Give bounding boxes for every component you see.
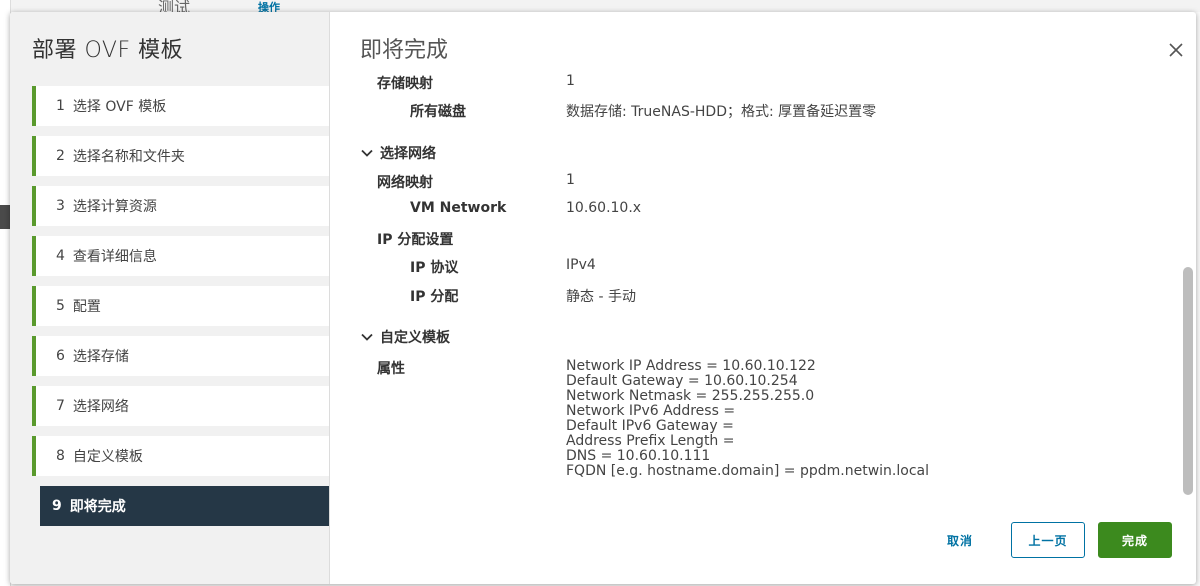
page-title: 即将完成 <box>360 38 449 63</box>
step-number: 4 <box>56 248 65 264</box>
wizard-step-4[interactable]: 4 查看详细信息 <box>32 236 329 276</box>
cancel-button[interactable]: 取消 <box>930 522 990 558</box>
vm-network-label: VM Network <box>410 200 507 216</box>
step-number: 1 <box>56 98 65 114</box>
property-line: Default Gateway = 10.60.10.254 <box>566 373 798 389</box>
wizard-title: 部署 OVF 模板 <box>32 38 184 63</box>
step-number: 5 <box>56 298 65 314</box>
ip-protocol-value: IPv4 <box>566 257 596 273</box>
wizard-step-5[interactable]: 5 配置 <box>32 286 329 326</box>
network-mapping-label: 网络映射 <box>377 175 433 191</box>
property-line: DNS = 10.60.10.111 <box>566 448 711 464</box>
property-line: Network IPv6 Address = <box>566 403 736 419</box>
vm-network-value: 10.60.10.x <box>566 200 642 216</box>
wizard-step-list: 1 选择 OVF 模板 2 选择名称和文件夹 3 选择计算资源 4 查看详细信息… <box>32 86 329 536</box>
section-label: 选择网络 <box>380 146 436 162</box>
deploy-ovf-dialog: 部署 OVF 模板 1 选择 OVF 模板 2 选择名称和文件夹 3 选择计算资… <box>10 12 1196 584</box>
property-line: FQDN [e.g. hostname.domain] = ppdm.netwi… <box>566 463 929 479</box>
wizard-steps-pane: 部署 OVF 模板 1 选择 OVF 模板 2 选择名称和文件夹 3 选择计算资… <box>10 12 330 584</box>
ip-alloc-settings-label: IP 分配设置 <box>377 232 454 248</box>
wizard-step-1[interactable]: 1 选择 OVF 模板 <box>32 86 329 126</box>
properties-list: Network IP Address = 10.60.10.122 Defaul… <box>566 359 929 479</box>
storage-mapping-value: 1 <box>566 73 575 89</box>
step-number: 6 <box>56 348 65 364</box>
section-select-network[interactable]: 选择网络 <box>360 143 436 163</box>
vertical-scrollbar[interactable] <box>1182 72 1194 502</box>
storage-mapping-label: 存储映射 <box>377 76 433 92</box>
wizard-step-6[interactable]: 6 选择存储 <box>32 336 329 376</box>
chevron-down-icon <box>361 149 373 157</box>
step-number: 2 <box>56 148 65 164</box>
close-icon <box>1169 43 1183 57</box>
section-label: 自定义模板 <box>380 330 450 346</box>
step-number: 9 <box>52 498 62 514</box>
chevron-down-icon <box>361 333 373 341</box>
property-line: Default IPv6 Gateway = <box>566 418 734 434</box>
ip-allocation-value: 静态 - 手动 <box>566 289 636 305</box>
step-number: 8 <box>56 448 65 464</box>
step-label: 即将完成 <box>69 499 126 515</box>
wizard-step-8[interactable]: 8 自定义模板 <box>32 436 329 476</box>
all-disks-value: 数据存储: TrueNAS-HDD；格式: 厚置备延迟置零 <box>566 104 877 120</box>
step-label: 查看详细信息 <box>72 249 157 265</box>
close-button[interactable] <box>1166 40 1186 60</box>
background-sidebar-selected <box>0 205 10 229</box>
finish-button[interactable]: 完成 <box>1098 522 1172 558</box>
all-disks-label: 所有磁盘 <box>410 104 466 120</box>
properties-label: 属性 <box>377 361 405 377</box>
wizard-step-2[interactable]: 2 选择名称和文件夹 <box>32 136 329 176</box>
step-number: 3 <box>56 198 65 214</box>
wizard-content-pane: 即将完成 存储映射 1 所有磁盘 数据存储: TrueNAS-HDD；格式: 厚… <box>330 12 1196 584</box>
step-number: 7 <box>56 398 65 414</box>
wizard-step-7[interactable]: 7 选择网络 <box>32 386 329 426</box>
step-label: 选择名称和文件夹 <box>72 149 185 165</box>
wizard-step-3[interactable]: 3 选择计算资源 <box>32 186 329 226</box>
ip-protocol-label: IP 协议 <box>410 260 459 276</box>
step-label: 配置 <box>72 299 101 315</box>
step-label: 自定义模板 <box>72 449 143 465</box>
network-mapping-value: 1 <box>566 172 575 188</box>
scrollbar-thumb[interactable] <box>1183 267 1193 495</box>
ip-allocation-label: IP 分配 <box>410 289 459 305</box>
summary-scroll-area[interactable]: 存储映射 1 所有磁盘 数据存储: TrueNAS-HDD；格式: 厚置备延迟置… <box>360 72 1180 502</box>
step-label: 选择网络 <box>72 399 129 415</box>
property-line: Address Prefix Length = <box>566 433 735 449</box>
step-label: 选择 OVF 模板 <box>72 99 167 115</box>
back-button[interactable]: 上一页 <box>1011 522 1085 558</box>
step-label: 选择存储 <box>72 349 129 365</box>
wizard-step-9-active[interactable]: 9 即将完成 <box>36 486 329 526</box>
property-line: Network IP Address = 10.60.10.122 <box>566 358 816 374</box>
section-customize-template[interactable]: 自定义模板 <box>360 327 450 347</box>
step-label: 选择计算资源 <box>72 199 157 215</box>
property-line: Network Netmask = 255.255.255.0 <box>566 388 815 404</box>
